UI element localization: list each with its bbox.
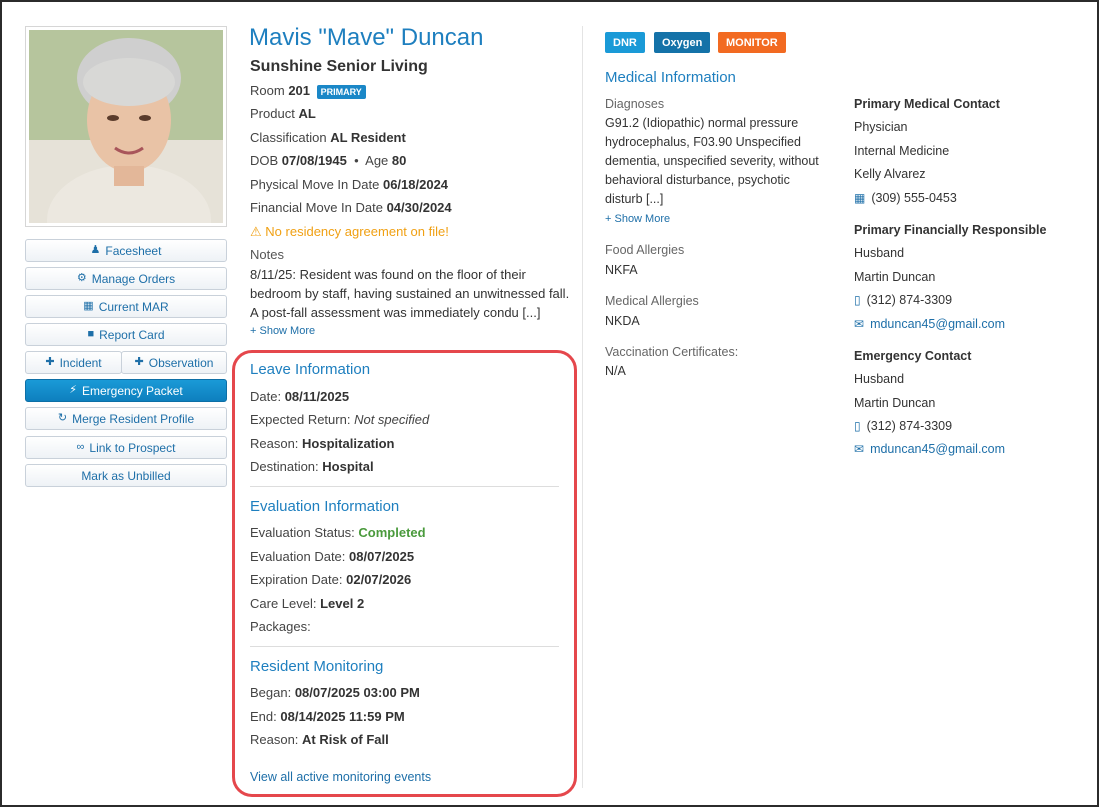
- notes-label: Notes: [250, 247, 284, 262]
- oxygen-tag: Oxygen: [654, 32, 711, 53]
- merge-profile-button[interactable]: ↻ Merge Resident Profile: [25, 407, 227, 430]
- mobile-phone-icon: ▯: [854, 293, 861, 307]
- medical-info-title: Medical Information: [605, 69, 736, 86]
- monitoring-end: End: 08/14/2025 11:59 PM: [250, 709, 405, 724]
- vaccination-value: N/A: [605, 364, 626, 378]
- room-row: Room 201 PRIMARY: [250, 83, 366, 99]
- evaluation-date: Evaluation Date: 08/07/2025: [250, 549, 415, 564]
- medical-contact-name: Kelly Alvarez: [854, 167, 926, 181]
- medical-contact-phone[interactable]: ▦ (309) 555-0453: [854, 191, 957, 205]
- emergency-contact-email[interactable]: ✉ mduncan45@gmail.com: [854, 442, 1005, 456]
- medical-allergies-label: Medical Allergies: [605, 294, 699, 308]
- divider: [250, 486, 559, 487]
- link-prospect-button[interactable]: ∞ Link to Prospect: [25, 436, 227, 459]
- resident-profile-page: ♟ Facesheet ⚙ Manage Orders ▦ Current MAR ■…: [0, 0, 1099, 807]
- refresh-icon: ↻: [57, 412, 68, 424]
- column-divider: [582, 26, 583, 788]
- diagnoses-show-more-link[interactable]: + Show More: [605, 213, 670, 225]
- product-row: Product AL: [250, 106, 316, 121]
- emergency-contact-title: Emergency Contact: [854, 349, 972, 363]
- evaluation-status: Evaluation Status: Completed: [250, 525, 426, 540]
- incident-button[interactable]: ✚ Incident: [25, 351, 122, 374]
- mobile-phone-icon: ▯: [854, 419, 861, 433]
- dnr-tag: DNR: [605, 32, 645, 53]
- document-icon: ■: [87, 328, 95, 340]
- financial-contact-title: Primary Financially Responsible: [854, 223, 1047, 237]
- view-monitoring-events-link[interactable]: View all active monitoring events: [250, 770, 431, 784]
- mark-unbilled-button[interactable]: Mark as Unbilled: [25, 464, 227, 487]
- classification-row: Classification AL Resident: [250, 130, 406, 145]
- leave-date: Date: 08/11/2025: [250, 389, 350, 404]
- medical-allergies-value: NKDA: [605, 314, 640, 328]
- leave-destination: Destination: Hospital: [250, 459, 374, 474]
- emergency-packet-button[interactable]: ⚡︎ Emergency Packet: [25, 379, 227, 402]
- plus-icon: ✚: [134, 356, 144, 368]
- facesheet-button[interactable]: ♟ Facesheet: [25, 239, 227, 262]
- financial-contact-email[interactable]: ✉ mduncan45@gmail.com: [854, 317, 1005, 331]
- medical-contact-specialty: Internal Medicine: [854, 144, 950, 158]
- calendar-icon: ▦: [83, 300, 94, 312]
- financial-contact-phone[interactable]: ▯ (312) 874-3309: [854, 293, 952, 307]
- medical-contact-role: Physician: [854, 120, 908, 134]
- medkit-icon: ⚙: [76, 272, 87, 284]
- emergency-contact-name: Martin Duncan: [854, 396, 936, 410]
- financial-move-row: Financial Move In Date 04/30/2024: [250, 200, 452, 215]
- current-mar-button[interactable]: ▦ Current MAR: [25, 295, 227, 318]
- notes-text: 8/11/25: Resident was found on the floor…: [250, 267, 570, 320]
- emergency-contact-phone[interactable]: ▯ (312) 874-3309: [854, 419, 952, 433]
- observation-button[interactable]: ✚ Observation: [121, 351, 227, 374]
- notes-show-more-link[interactable]: + Show More: [250, 325, 315, 337]
- diagnoses-label: Diagnoses: [605, 97, 665, 111]
- divider: [250, 646, 559, 647]
- envelope-icon: ✉: [854, 442, 865, 456]
- manage-orders-button[interactable]: ⚙ Manage Orders: [25, 267, 227, 290]
- link-icon: ∞: [76, 441, 85, 453]
- expiration-date: Expiration Date: 02/07/2026: [250, 572, 412, 587]
- resident-name: Mavis "Mave" Duncan: [249, 24, 484, 51]
- resident-photo: [25, 26, 227, 227]
- packages: Packages:: [250, 619, 311, 634]
- food-allergies-label: Food Allergies: [605, 243, 685, 257]
- plus-icon: ✚: [45, 356, 55, 368]
- evaluation-title: Evaluation Information: [250, 498, 400, 515]
- warning-icon: ⚠: [250, 224, 262, 239]
- vaccination-label: Vaccination Certificates:: [605, 345, 739, 359]
- bolt-icon: ⚡︎: [69, 384, 77, 396]
- leave-title: Leave Information: [250, 361, 371, 378]
- care-level: Care Level: Level 2: [250, 596, 365, 611]
- user-icon: ♟: [90, 244, 101, 256]
- primary-medical-contact-title: Primary Medical Contact: [854, 97, 1000, 111]
- financial-contact-name: Martin Duncan: [854, 270, 936, 284]
- leave-reason: Reason: Hospitalization: [250, 436, 395, 451]
- monitor-tag: MONITOR: [718, 32, 786, 53]
- leave-expected-return: Expected Return: Not specified: [250, 412, 430, 427]
- dob-row: DOB 07/08/1945 • Age 80: [250, 153, 407, 168]
- diagnoses-text: G91.2 (Idiopathic) normal pressure hydro…: [605, 116, 819, 206]
- monitoring-reason: Reason: At Risk of Fall: [250, 732, 389, 747]
- envelope-icon: ✉: [854, 317, 865, 331]
- financial-contact-relation: Husband: [854, 246, 905, 260]
- residency-warning: ⚠ No residency agreement on file!: [250, 224, 449, 239]
- report-card-button[interactable]: ■ Report Card: [25, 323, 227, 346]
- food-allergies-value: NKFA: [605, 263, 638, 277]
- monitoring-began: Began: 08/07/2025 03:00 PM: [250, 685, 420, 700]
- facility-name: Sunshine Senior Living: [250, 58, 428, 75]
- physical-move-row: Physical Move In Date 06/18/2024: [250, 177, 449, 192]
- building-icon: ▦: [854, 191, 866, 205]
- emergency-contact-relation: Husband: [854, 372, 905, 386]
- monitoring-title: Resident Monitoring: [250, 658, 384, 675]
- primary-badge: PRIMARY: [316, 84, 366, 99]
